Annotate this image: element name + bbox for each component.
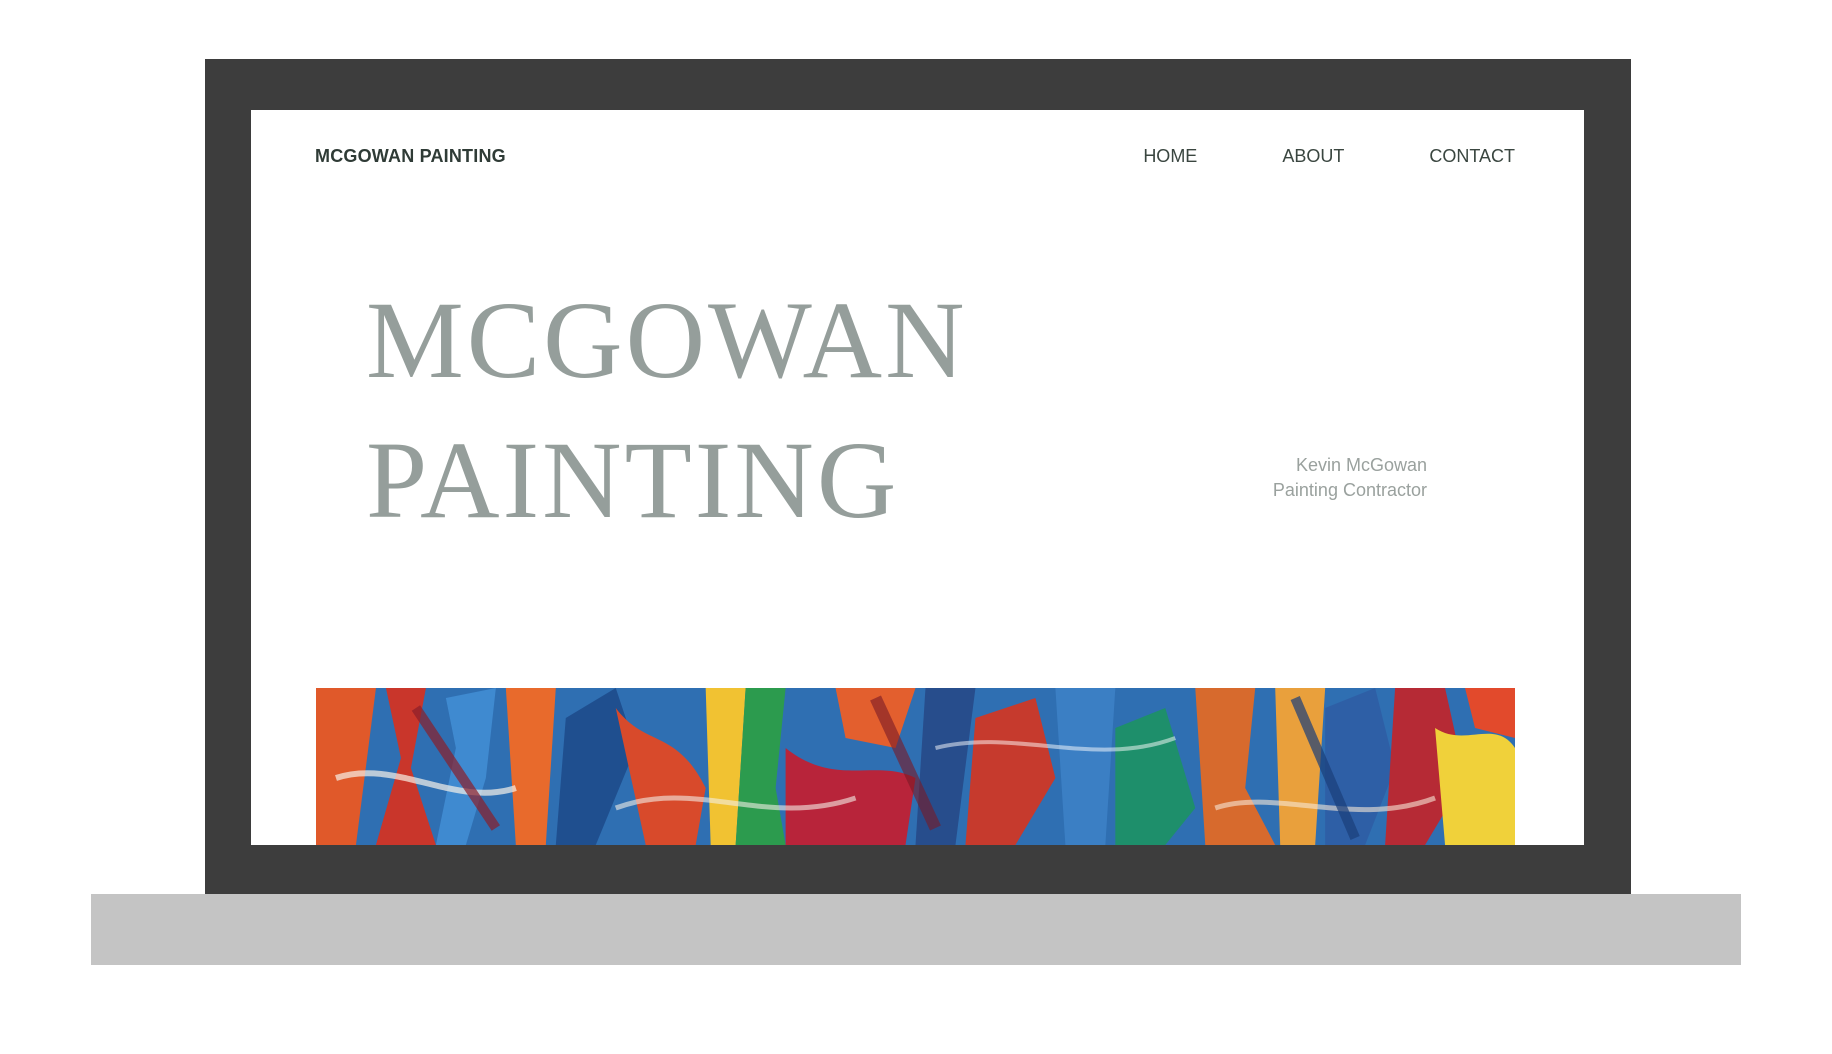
abstract-paint-image <box>316 688 1515 845</box>
hero-title: MCGOWAN PAINTING <box>366 270 968 550</box>
website-screen: MCGOWAN PAINTING HOME ABOUT CONTACT MCGO… <box>251 110 1584 845</box>
laptop-base <box>91 894 1741 965</box>
site-logo-link[interactable]: MCGOWAN PAINTING <box>315 146 506 167</box>
nav-home-link[interactable]: HOME <box>1143 146 1197 167</box>
nav-contact-link[interactable]: CONTACT <box>1429 146 1515 167</box>
hero-owner-role: Painting Contractor <box>1272 480 1427 500</box>
hero-title-line2: PAINTING <box>366 419 900 541</box>
hero-title-line1: MCGOWAN <box>366 279 968 401</box>
main-nav: HOME ABOUT CONTACT <box>1143 146 1515 167</box>
mockup-stage: MCGOWAN PAINTING HOME ABOUT CONTACT MCGO… <box>0 0 1832 1054</box>
hero-owner-name: Kevin McGowan <box>1295 455 1427 475</box>
nav-about-link[interactable]: ABOUT <box>1282 146 1344 167</box>
hero-subtitle: Kevin McGowan Painting Contractor <box>1273 453 1427 503</box>
